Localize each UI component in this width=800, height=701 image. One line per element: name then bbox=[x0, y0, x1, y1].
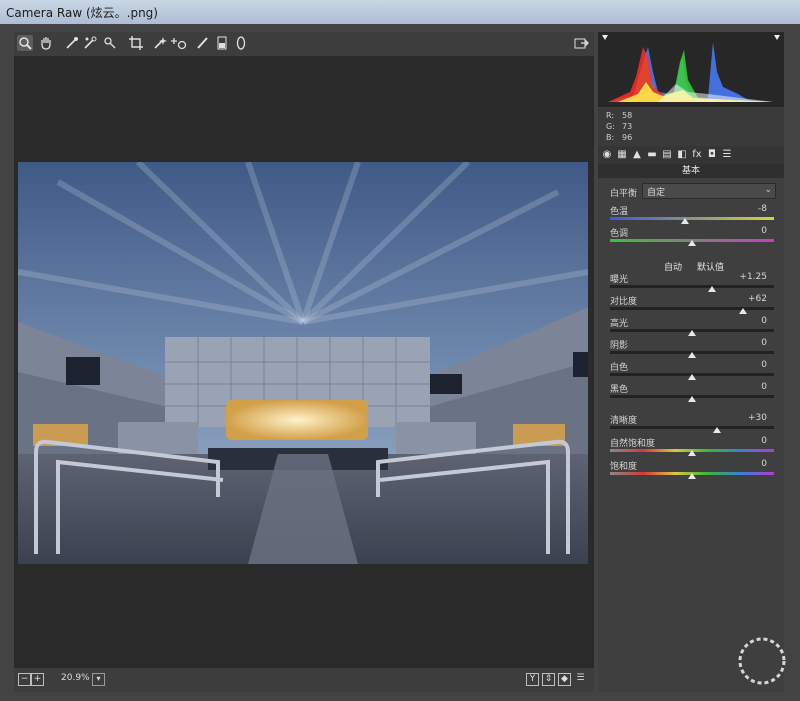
slider-value[interactable]: 0 bbox=[727, 226, 767, 236]
presets-tab-icon[interactable]: ☰ bbox=[721, 149, 733, 161]
slider-label: 饱和度 bbox=[610, 462, 638, 472]
lens-corrections-tab-icon[interactable]: ◧ bbox=[676, 149, 688, 161]
slider-value[interactable]: -8 bbox=[727, 204, 767, 214]
readout-green: G: 73 bbox=[606, 122, 633, 131]
status-bar: − + 20.9% ▾ Y ⇕ ◆ ☰ bbox=[14, 668, 594, 692]
zoom-level: 20.9% bbox=[61, 673, 90, 683]
zoom-tool-icon[interactable] bbox=[17, 35, 33, 51]
rgb-readout: R: 58 G: 73 B: 96 bbox=[598, 108, 784, 146]
slider-thumb[interactable] bbox=[688, 330, 696, 336]
title-bar: Camera Raw (炫云。.png) bbox=[0, 0, 800, 25]
settings-toggle-button[interactable]: ☰ bbox=[575, 673, 586, 684]
detail-tab-icon[interactable]: ▲ bbox=[631, 149, 643, 161]
adjustment-brush-icon[interactable] bbox=[194, 35, 210, 51]
slider-label: 黑色 bbox=[610, 385, 629, 395]
slider-label: 曝光 bbox=[610, 275, 629, 285]
zoom-in-button[interactable]: + bbox=[31, 673, 44, 686]
slider-track[interactable] bbox=[610, 307, 774, 310]
slider-label: 高光 bbox=[610, 319, 629, 329]
zoom-dropdown[interactable]: ▾ bbox=[92, 673, 105, 686]
default-link[interactable]: 默认值 bbox=[697, 260, 724, 273]
white-balance-label: 白平衡 bbox=[610, 189, 638, 199]
slider-track[interactable] bbox=[610, 217, 774, 220]
export-icon[interactable] bbox=[573, 35, 589, 51]
graduated-filter-icon[interactable] bbox=[214, 35, 230, 51]
view-mode-button[interactable]: Y bbox=[526, 673, 539, 686]
slider-label: 白色 bbox=[610, 363, 629, 373]
preview-image bbox=[18, 162, 588, 564]
slider-value[interactable]: +1.25 bbox=[727, 272, 767, 282]
slider-value[interactable]: 0 bbox=[727, 316, 767, 326]
panel-title: 基本 bbox=[598, 164, 784, 178]
hand-tool-icon[interactable] bbox=[38, 35, 54, 51]
white-balance-select[interactable]: 自定 ⌄ bbox=[642, 183, 776, 199]
camera-calibration-tab-icon[interactable]: ◘ bbox=[706, 149, 718, 161]
slider-thumb[interactable] bbox=[688, 352, 696, 358]
effects-tab-icon[interactable]: fx bbox=[691, 149, 703, 161]
chevron-down-icon: ⌄ bbox=[764, 185, 772, 195]
slider-thumb[interactable] bbox=[713, 427, 721, 433]
slider-thumb[interactable] bbox=[688, 396, 696, 402]
spot-removal-tool-icon[interactable] bbox=[152, 35, 168, 51]
auto-link[interactable]: 自动 bbox=[664, 260, 682, 273]
slider-label: 清晰度 bbox=[610, 416, 638, 426]
slider-value[interactable]: +62 bbox=[727, 294, 767, 304]
color-sampler-tool-icon[interactable] bbox=[82, 35, 98, 51]
slider-thumb[interactable] bbox=[688, 240, 696, 246]
readout-red: R: 58 bbox=[606, 111, 633, 120]
slider-label: 对比度 bbox=[610, 297, 638, 307]
basic-tab-icon[interactable]: ◉ bbox=[601, 149, 613, 161]
slider-thumb[interactable] bbox=[739, 308, 747, 314]
slider-track[interactable] bbox=[610, 285, 774, 288]
slider-track[interactable] bbox=[610, 426, 774, 429]
tone-curve-tab-icon[interactable]: ▦ bbox=[616, 149, 628, 161]
slider-label: 色温 bbox=[610, 207, 629, 217]
histogram bbox=[598, 32, 784, 107]
tool-bar bbox=[14, 32, 594, 56]
zoom-out-button[interactable]: − bbox=[18, 673, 31, 686]
targeted-adjustment-tool-icon[interactable] bbox=[102, 35, 118, 51]
copy-settings-button[interactable]: ◆ bbox=[558, 673, 571, 686]
slider-label: 自然饱和度 bbox=[610, 439, 656, 449]
slider-value[interactable]: 0 bbox=[727, 382, 767, 392]
slider-thumb[interactable] bbox=[708, 286, 716, 292]
slider-value[interactable]: 0 bbox=[727, 360, 767, 370]
slider-value[interactable]: 0 bbox=[727, 338, 767, 348]
watermark-logo bbox=[738, 637, 786, 685]
slider-thumb[interactable] bbox=[688, 374, 696, 380]
slider-thumb[interactable] bbox=[688, 450, 696, 456]
white-balance-tool-icon[interactable] bbox=[64, 35, 80, 51]
split-toning-tab-icon[interactable]: ▤ bbox=[661, 149, 673, 161]
slider-value[interactable]: 0 bbox=[727, 459, 767, 469]
crop-tool-icon[interactable] bbox=[128, 35, 144, 51]
red-eye-tool-icon[interactable] bbox=[171, 35, 187, 51]
slider-value[interactable]: 0 bbox=[727, 436, 767, 446]
white-balance-value: 自定 bbox=[647, 188, 666, 198]
radial-filter-icon[interactable] bbox=[233, 35, 249, 51]
readout-blue: B: 96 bbox=[606, 133, 633, 142]
slider-label: 阴影 bbox=[610, 341, 629, 351]
hsl-tab-icon[interactable]: ▬ bbox=[646, 149, 658, 161]
panel-tabs: ◉ ▦ ▲ ▬ ▤ ◧ fx ◘ ☰ bbox=[598, 146, 784, 164]
slider-thumb[interactable] bbox=[681, 218, 689, 224]
window-title: Camera Raw (炫云。.png) bbox=[6, 6, 158, 20]
slider-value[interactable]: +30 bbox=[727, 413, 767, 423]
slider-thumb[interactable] bbox=[688, 473, 696, 479]
swap-view-button[interactable]: ⇕ bbox=[542, 673, 555, 686]
slider-label: 色调 bbox=[610, 229, 629, 239]
